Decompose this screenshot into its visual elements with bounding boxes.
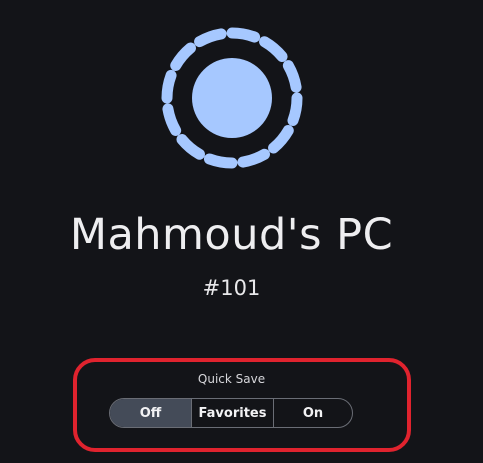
device-avatar-icon [154,20,310,176]
quick-save-label: Quick Save [197,372,266,386]
quick-save-option-off[interactable]: Off [110,399,191,427]
quick-save-toggle: Off Favorites On [109,398,353,428]
device-name: Mahmoud's PC [69,210,394,260]
quick-save-option-on[interactable]: On [273,399,352,427]
quick-save-option-favorites[interactable]: Favorites [191,399,273,427]
device-settings-panel: Mahmoud's PC #101 Quick Save Off Favorit… [0,0,483,463]
device-id: #101 [202,276,261,300]
